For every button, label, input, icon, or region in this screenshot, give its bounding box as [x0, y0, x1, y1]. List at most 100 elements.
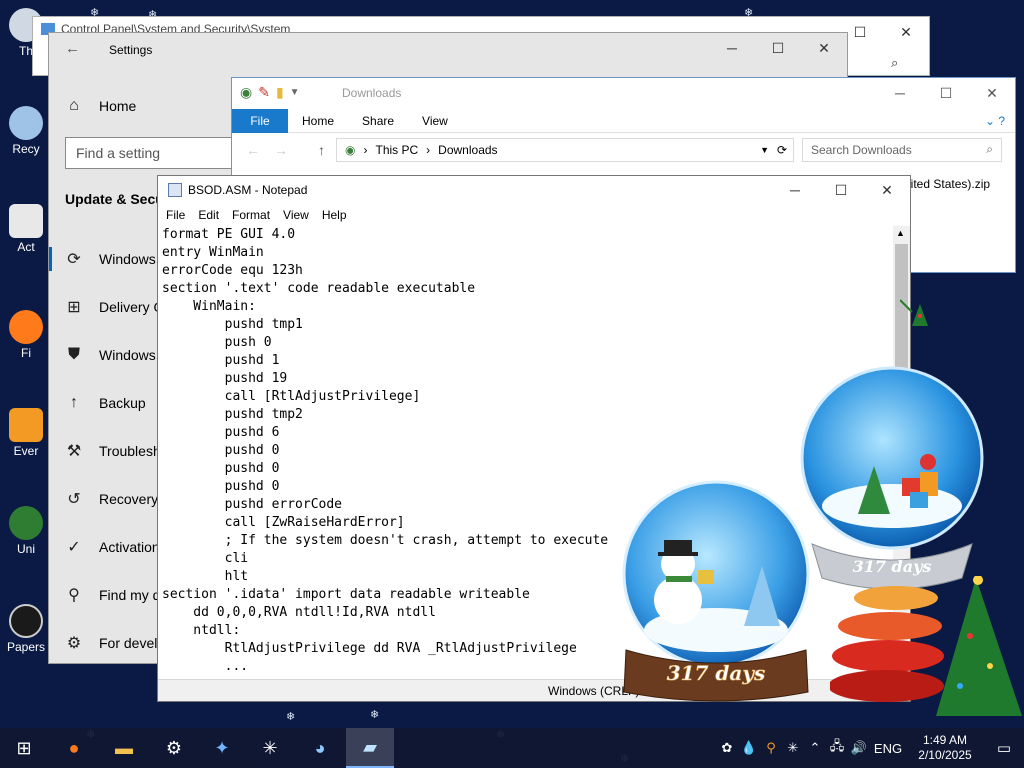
days-counter: 317 days	[853, 557, 932, 576]
drop-icon[interactable]: 💧	[738, 740, 760, 756]
expand-ribbon-icon[interactable]: ⌄ ?	[985, 114, 1005, 128]
taskbar-firefox[interactable]: ●	[50, 728, 98, 768]
menu-view[interactable]: View	[283, 208, 309, 222]
close-button[interactable]: ✕	[864, 176, 910, 204]
this-pc-icon: ◉	[345, 143, 356, 157]
menu-format[interactable]: Format	[232, 208, 270, 222]
section-title: Update & Secu	[65, 191, 164, 207]
nav-item-label: Windows	[99, 347, 156, 363]
find-setting-input[interactable]: Find a setting	[65, 137, 255, 169]
taskbar-asterisk-app[interactable]: ✳	[246, 728, 294, 768]
clock-time: 1:49 AM	[922, 733, 968, 747]
minimize-button[interactable]: ─	[772, 176, 818, 204]
tab-view[interactable]: View	[408, 109, 462, 133]
taskbar-settings[interactable]: ⚙	[150, 728, 198, 768]
shield-icon: ⛊	[67, 346, 80, 363]
notification-icon[interactable]: ▭	[984, 739, 1024, 757]
firefox-icon: ●	[68, 737, 80, 758]
asterisk-icon: ✳	[262, 737, 278, 758]
nav-item-label: Backup	[99, 395, 146, 411]
menu-help[interactable]: Help	[322, 208, 347, 222]
chevron-down-icon[interactable]: ▼	[760, 145, 769, 155]
taskbar-globe-app[interactable]: ◕	[296, 728, 344, 768]
settings-home-link[interactable]: ⌂ Home	[65, 97, 136, 115]
search-downloads-input[interactable]: Search Downloads ⌕	[802, 138, 1002, 162]
notepad-icon: ▰	[363, 736, 377, 757]
desktop-icon-label: Fi	[21, 346, 31, 360]
check-circle-icon: ✓	[67, 539, 81, 556]
snow-globe-gadget: 317 days	[800, 366, 984, 590]
tab-file[interactable]: File	[232, 108, 288, 133]
minimize-button[interactable]: ─	[877, 78, 923, 108]
tray-asterisk-icon[interactable]: ✳	[782, 740, 804, 756]
properties-icon[interactable]: ✎	[258, 84, 270, 101]
file-item-name[interactable]: nited States).zip	[904, 177, 990, 191]
home-label: Home	[99, 98, 137, 114]
desktop-icon-recycle-bin[interactable]: Recy	[6, 106, 46, 156]
search-icon[interactable]: ⌕	[891, 55, 915, 75]
ribbon-tabs: File Home Share View	[232, 108, 1015, 133]
app-icon: ✦	[214, 737, 230, 758]
tab-home[interactable]: Home	[288, 109, 348, 133]
search-icon: ⌕	[986, 142, 993, 156]
close-button[interactable]: ✕	[883, 17, 929, 47]
close-button[interactable]: ✕	[969, 78, 1015, 108]
menu-file[interactable]: File	[166, 208, 185, 222]
wrench-icon: ⚒	[66, 443, 82, 460]
desktop-icon-label: Papers	[6, 640, 46, 654]
network-icon[interactable]: 🖧	[826, 737, 848, 759]
breadcrumb-this-pc[interactable]: This PC	[375, 143, 418, 157]
forward-arrow-icon[interactable]: →	[274, 142, 288, 158]
up-arrow-icon[interactable]: ↑	[318, 142, 325, 158]
chevron-up-icon[interactable]: ⌃	[804, 740, 826, 756]
nav-item-label: Find my d	[99, 587, 161, 603]
recovery-icon: ↺	[67, 491, 81, 508]
maximize-button[interactable]: ☐	[923, 78, 969, 108]
new-folder-icon[interactable]: ▮	[276, 84, 284, 101]
explorer-titlebar: ◉ ✎ ▮ ▼ Downloads ─ ☐ ✕	[232, 78, 1015, 109]
volume-icon[interactable]: 🔊	[848, 740, 870, 756]
menu-bar: File Edit Format View Help	[158, 204, 910, 226]
window-title: Downloads	[342, 86, 402, 100]
chevron-down-icon[interactable]: ▼	[290, 87, 300, 98]
firefox-icon	[9, 310, 43, 344]
clock[interactable]: 1:49 AM 2/10/2025	[906, 733, 984, 763]
minimize-button[interactable]: ─	[709, 33, 755, 63]
taskbar-file-explorer[interactable]: ▬	[100, 728, 148, 768]
desktop-icon-papers[interactable]: Papers	[6, 604, 46, 654]
search-tray-icon[interactable]: ⚲	[760, 740, 782, 756]
desktop-icon-uninstall[interactable]: Uni	[6, 506, 46, 556]
tab-share[interactable]: Share	[348, 109, 408, 133]
scroll-up-icon[interactable]: ▲	[896, 228, 905, 238]
clock-date: 2/10/2025	[918, 748, 972, 762]
days-counter: 317 days	[667, 661, 766, 685]
language-indicator[interactable]: ENG	[870, 741, 906, 756]
desktop-icon-everything[interactable]: Ever	[6, 408, 46, 458]
tray-app-icon[interactable]: ✿	[716, 740, 738, 756]
breadcrumb-downloads[interactable]: Downloads	[438, 143, 497, 157]
desktop-icon-firefox[interactable]: Fi	[6, 310, 46, 360]
home-icon: ⌂	[69, 97, 79, 114]
spiral-tree-gadget	[830, 576, 1022, 716]
tree-gadget	[900, 299, 928, 326]
close-button[interactable]: ✕	[801, 33, 847, 63]
papers-icon	[9, 604, 43, 638]
taskbar-app[interactable]: ✦	[198, 728, 246, 768]
refresh-icon: ⟳	[67, 251, 81, 268]
notepad-titlebar: BSOD.ASM - Notepad ─ ☐ ✕	[158, 176, 910, 204]
maximize-button[interactable]: ☐	[818, 176, 864, 204]
locate-icon: ⚲	[68, 587, 80, 604]
taskbar-notepad[interactable]: ▰	[346, 728, 394, 768]
start-button[interactable]: ⊞	[0, 728, 48, 768]
menu-edit[interactable]: Edit	[198, 208, 219, 222]
desktop-icon-activate[interactable]: Act	[6, 204, 46, 254]
address-bar[interactable]: ◉ › This PC › Downloads ⟳ ▼	[336, 138, 794, 162]
desktop-icon-label: Act	[17, 240, 35, 254]
back-arrow-icon[interactable]: ←	[246, 142, 260, 158]
nav-item-label: Delivery O	[99, 299, 165, 315]
windows-logo-icon: ⊞	[16, 737, 32, 758]
back-arrow-icon[interactable]: ←	[65, 40, 80, 57]
refresh-icon[interactable]: ⟳	[777, 143, 787, 157]
desktop-icon-label: Th	[18, 44, 33, 58]
maximize-button[interactable]: ☐	[755, 33, 801, 63]
